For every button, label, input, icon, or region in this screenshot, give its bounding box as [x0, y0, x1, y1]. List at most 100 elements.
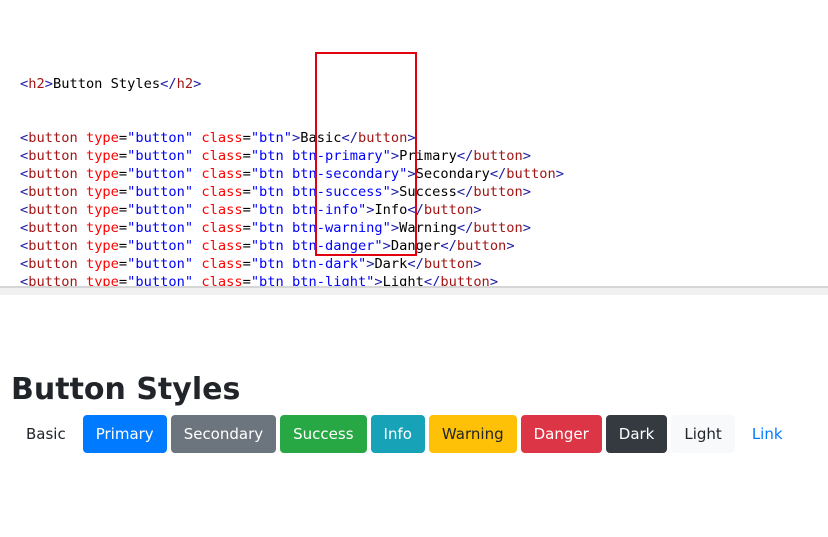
code-line: <button type="button" class="btn">Basic<…	[20, 129, 564, 147]
danger-button[interactable]: Danger	[520, 415, 602, 453]
code-punctuation: <	[20, 256, 29, 272]
code-text: Dark	[374, 256, 408, 272]
code-punctuation: =	[118, 184, 128, 200]
code-punctuation: =	[242, 166, 251, 182]
basic-button[interactable]: Basic	[13, 415, 79, 453]
code-punctuation	[78, 220, 86, 236]
code-tag-name: button	[28, 130, 78, 146]
code-attr-value: "button"	[127, 130, 194, 146]
code-attr-name: class	[201, 130, 243, 146]
code-punctuation: </	[456, 148, 474, 164]
code-attr-name: class	[201, 184, 243, 200]
light-button[interactable]: Light	[671, 415, 735, 453]
code-punctuation: =	[118, 238, 128, 254]
code-punctuation	[78, 148, 86, 164]
code-punctuation: >	[473, 202, 482, 218]
code-punctuation	[78, 202, 86, 218]
code-text: Button Styles	[52, 76, 161, 92]
highlight-box	[315, 52, 417, 256]
code-line: <button type="button" class="btn btn-sec…	[20, 165, 564, 183]
code-tag-name: button	[28, 202, 78, 218]
code-editor-panel: <h2>Button Styles</h2> <button type="but…	[0, 0, 828, 308]
code-tag-name: button	[28, 184, 78, 200]
code-punctuation: =	[118, 166, 128, 182]
code-punctuation: =	[242, 148, 251, 164]
code-punctuation: =	[242, 238, 251, 254]
code-attr-name: class	[201, 238, 243, 254]
code-line: <button type="button" class="btn btn-pri…	[20, 147, 564, 165]
code-attr-value: "button"	[127, 166, 194, 182]
code-punctuation: </	[407, 256, 424, 272]
code-attr-name: class	[201, 202, 243, 218]
panel-divider[interactable]	[0, 286, 828, 295]
link-button[interactable]: Link	[739, 415, 796, 453]
code-line: <button type="button" class="btn btn-war…	[20, 219, 564, 237]
code-tag-name: button	[473, 220, 523, 236]
code-punctuation: =	[242, 202, 251, 218]
code-attr-name: type	[85, 238, 119, 254]
primary-button[interactable]: Primary	[82, 415, 167, 453]
code-attr-value: "button"	[127, 256, 194, 272]
code-punctuation: =	[242, 130, 251, 146]
code-line: <button type="button" class="btn btn-dar…	[20, 255, 564, 273]
code-tag-name: h2	[176, 76, 194, 92]
code-punctuation: <	[20, 184, 29, 200]
code-punctuation	[78, 184, 86, 200]
code-attr-value: "button"	[127, 220, 194, 236]
button-row: Basic Primary Secondary Success Info Warning D…	[13, 415, 800, 453]
code-punctuation: =	[242, 184, 251, 200]
code-attr-value: "btn btn-dark"	[250, 256, 367, 272]
code-punctuation: =	[118, 220, 128, 236]
code-punctuation: =	[242, 220, 251, 236]
code-attr-value: "button"	[127, 202, 194, 218]
code-punctuation: >	[555, 166, 564, 182]
info-button[interactable]: Info	[370, 415, 425, 453]
preview-panel: Button Styles Basic Primary Secondary Succe…	[0, 295, 828, 537]
code-punctuation: </	[456, 184, 474, 200]
code-attr-name: type	[85, 184, 119, 200]
code-attr-name: type	[85, 166, 119, 182]
code-punctuation: =	[118, 130, 128, 146]
code-punctuation: </	[456, 220, 474, 236]
code-tag-name: button	[473, 184, 523, 200]
code-punctuation: <	[20, 148, 29, 164]
code-punctuation: >	[522, 148, 532, 164]
code-punctuation: <	[20, 166, 29, 182]
preview-title: Button Styles	[11, 372, 241, 407]
code-punctuation: >	[473, 256, 482, 272]
code-line: <button type="button" class="btn btn-inf…	[20, 201, 564, 219]
code-tag-name: button	[506, 166, 556, 182]
warning-button[interactable]: Warning	[428, 415, 517, 453]
code-attr-name: type	[85, 130, 119, 146]
code-attr-value: "btn"	[250, 130, 293, 146]
code-tag-name: button	[473, 148, 523, 164]
code-attr-name: type	[85, 220, 119, 236]
code-button-lines: <button type="button" class="btn">Basic<…	[20, 129, 564, 309]
success-button[interactable]: Success	[280, 415, 367, 453]
code-punctuation: <	[20, 238, 29, 254]
code-attr-name: class	[201, 166, 243, 182]
secondary-button[interactable]: Secondary	[170, 415, 277, 453]
code-punctuation: <	[20, 130, 29, 146]
code-tag-name: button	[28, 166, 78, 182]
code-punctuation: >	[522, 184, 532, 200]
code-punctuation	[78, 256, 86, 272]
code-attr-name: type	[85, 148, 119, 164]
code-tag-name: button	[456, 238, 507, 254]
code-punctuation: </	[440, 238, 457, 254]
code-punctuation: =	[242, 256, 251, 272]
code-attr-name: class	[201, 148, 243, 164]
code-attr-name: type	[85, 202, 119, 218]
code-punctuation: =	[118, 148, 128, 164]
code-text: Secondary	[415, 166, 490, 182]
code-attr-name: type	[85, 256, 119, 272]
code-tag-name: button	[423, 202, 474, 218]
code-punctuation: </	[489, 166, 507, 182]
code-punctuation	[78, 166, 86, 182]
code-tag-name: button	[28, 148, 78, 164]
code-tag-name: button	[28, 256, 78, 272]
dark-button[interactable]: Dark	[605, 415, 668, 453]
code-line-heading: <h2>Button Styles</h2>	[20, 76, 202, 92]
code-punctuation: >	[522, 220, 532, 236]
code-tag-name: button	[28, 220, 78, 236]
